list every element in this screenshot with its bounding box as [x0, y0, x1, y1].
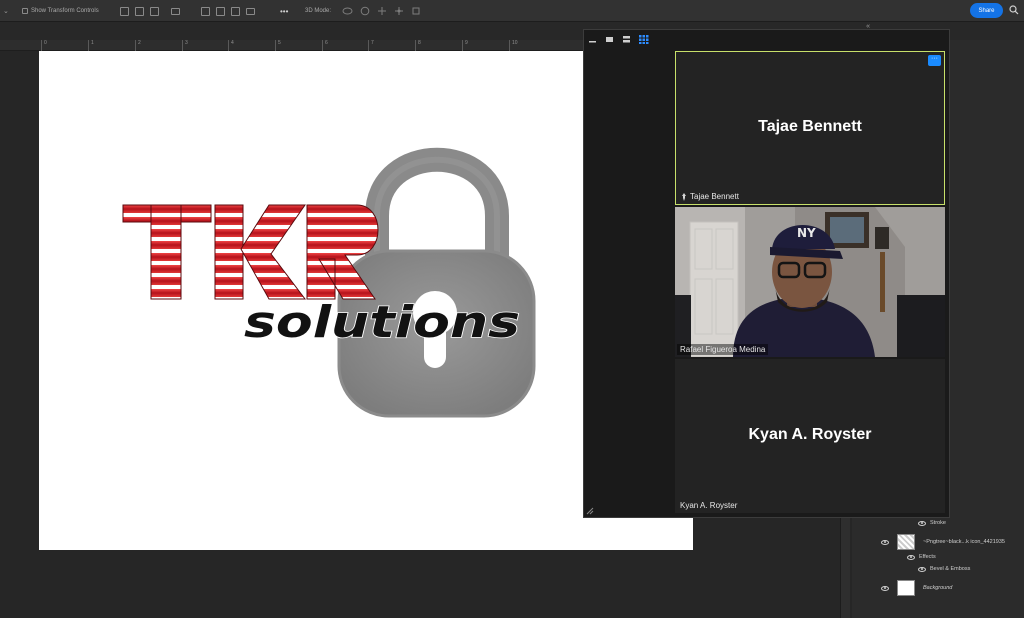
panel-scrollbar[interactable]	[840, 510, 850, 618]
minimize-icon[interactable]	[588, 35, 597, 44]
visibility-eye-icon[interactable]	[918, 566, 926, 572]
layer-row-pngtree[interactable]: ~Pngtree~black...k icon_4421935	[876, 534, 1024, 550]
participant-label-text: Tajae Bennett	[690, 192, 739, 201]
slide-icon[interactable]	[394, 6, 404, 16]
speaker-view-icon[interactable]	[605, 35, 614, 44]
stroke-label: Stroke	[930, 520, 946, 526]
desktop: ⌄ Show Transform Controls ••• 3D Mode: S…	[0, 0, 1024, 618]
search-icon[interactable]	[1009, 5, 1019, 15]
distribute-h-icon[interactable]	[171, 7, 180, 15]
background-label: Background	[923, 585, 953, 591]
participant-video-feed: NY	[675, 207, 945, 357]
ruler-tick: 1	[88, 40, 94, 51]
align-vertical-buttons	[201, 0, 255, 22]
roll-icon[interactable]	[360, 6, 370, 16]
strip-view-icon[interactable]	[622, 35, 631, 44]
participant-name-label: Kyan A. Royster	[677, 500, 740, 511]
align-buttons	[120, 0, 180, 22]
3d-mode-buttons	[342, 0, 421, 22]
show-transform-label: Show Transform Controls	[31, 8, 99, 14]
cap-logo-icon: NY	[797, 226, 816, 240]
show-transform-controls[interactable]: Show Transform Controls	[22, 0, 99, 22]
participant-label-text: Kyan A. Royster	[680, 501, 738, 510]
logo-subtitle: solutions	[244, 297, 520, 348]
effects-label: Effects	[919, 554, 936, 560]
pan-icon[interactable]	[377, 6, 387, 16]
zoom-meeting-window: ··· Tajae Bennett Tajae Bennett NY Rafae…	[583, 29, 950, 518]
ruler-tick: 7	[368, 40, 374, 51]
scale-icon[interactable]	[411, 6, 421, 16]
solutions-wordmark: solutions	[243, 296, 521, 349]
tool-preset-dropdown[interactable]: ⌄	[3, 0, 9, 22]
chevron-down-icon: ⌄	[3, 8, 9, 15]
visibility-eye-icon[interactable]	[881, 539, 889, 545]
visibility-eye-icon[interactable]	[918, 520, 926, 526]
layer-thumbnail	[897, 580, 915, 596]
ruler-tick: 8	[415, 40, 421, 51]
align-right-icon[interactable]	[150, 6, 159, 16]
align-middle-icon[interactable]	[216, 6, 225, 16]
ruler-tick: 0	[41, 40, 47, 51]
layer-name: ~Pngtree~black...k icon_4421935	[923, 539, 1005, 545]
more-options-button[interactable]: •••	[280, 0, 288, 22]
ruler-tick: 10	[509, 40, 518, 51]
participant-tile-tajae[interactable]: ··· Tajae Bennett Tajae Bennett	[675, 51, 945, 205]
participant-display-name: Kyan A. Royster	[748, 426, 872, 443]
3d-mode-label: 3D Mode:	[305, 8, 332, 14]
checkbox[interactable]	[22, 8, 28, 14]
participant-name-label: Rafael Figueroa Medina	[677, 344, 769, 355]
distribute-v-icon[interactable]	[246, 7, 255, 15]
visibility-eye-icon[interactable]	[907, 554, 915, 560]
layer-effect-bevel[interactable]: Bevel & Emboss	[876, 566, 1024, 572]
ruler-tick: 3	[182, 40, 188, 51]
tkr-letters	[122, 204, 379, 300]
resize-grip-icon[interactable]	[586, 507, 594, 515]
pin-icon	[682, 192, 686, 201]
layer-row-background[interactable]: Background	[876, 580, 1024, 596]
participant-tile-kyan[interactable]: Kyan A. Royster Kyan A. Royster	[675, 359, 945, 513]
ruler-tick: 2	[135, 40, 141, 51]
zoom-view-toolbar	[584, 30, 949, 50]
align-center-h-icon[interactable]	[135, 6, 144, 16]
participant-label-text: Rafael Figueroa Medina	[680, 345, 766, 354]
layer-effect-stroke[interactable]: Stroke	[876, 520, 1024, 526]
more-options-button[interactable]: ···	[928, 55, 941, 66]
orbit-icon[interactable]	[342, 6, 353, 16]
share-button[interactable]: Share	[970, 3, 1003, 18]
ruler-tick: 6	[322, 40, 328, 51]
options-bar: ⌄ Show Transform Controls ••• 3D Mode: S…	[0, 0, 1024, 22]
align-left-icon[interactable]	[120, 6, 129, 16]
align-bottom-icon[interactable]	[231, 6, 240, 16]
participant-tile-rafael[interactable]: NY Rafael Figueroa Medina	[675, 207, 945, 357]
padlock-icon	[337, 147, 536, 418]
layer-thumbnail	[897, 534, 915, 550]
bevel-label: Bevel & Emboss	[930, 566, 971, 572]
layer-effects-row[interactable]: Effects	[876, 554, 1024, 560]
ruler-tick: 5	[275, 40, 281, 51]
participant-name-label: Tajae Bennett	[678, 191, 742, 202]
gallery-view-icon[interactable]	[639, 35, 649, 44]
ruler-tick: 4	[228, 40, 234, 51]
align-top-icon[interactable]	[201, 6, 210, 16]
ruler-tick: 9	[462, 40, 468, 51]
visibility-eye-icon[interactable]	[881, 585, 889, 591]
participant-display-name: Tajae Bennett	[758, 118, 862, 135]
